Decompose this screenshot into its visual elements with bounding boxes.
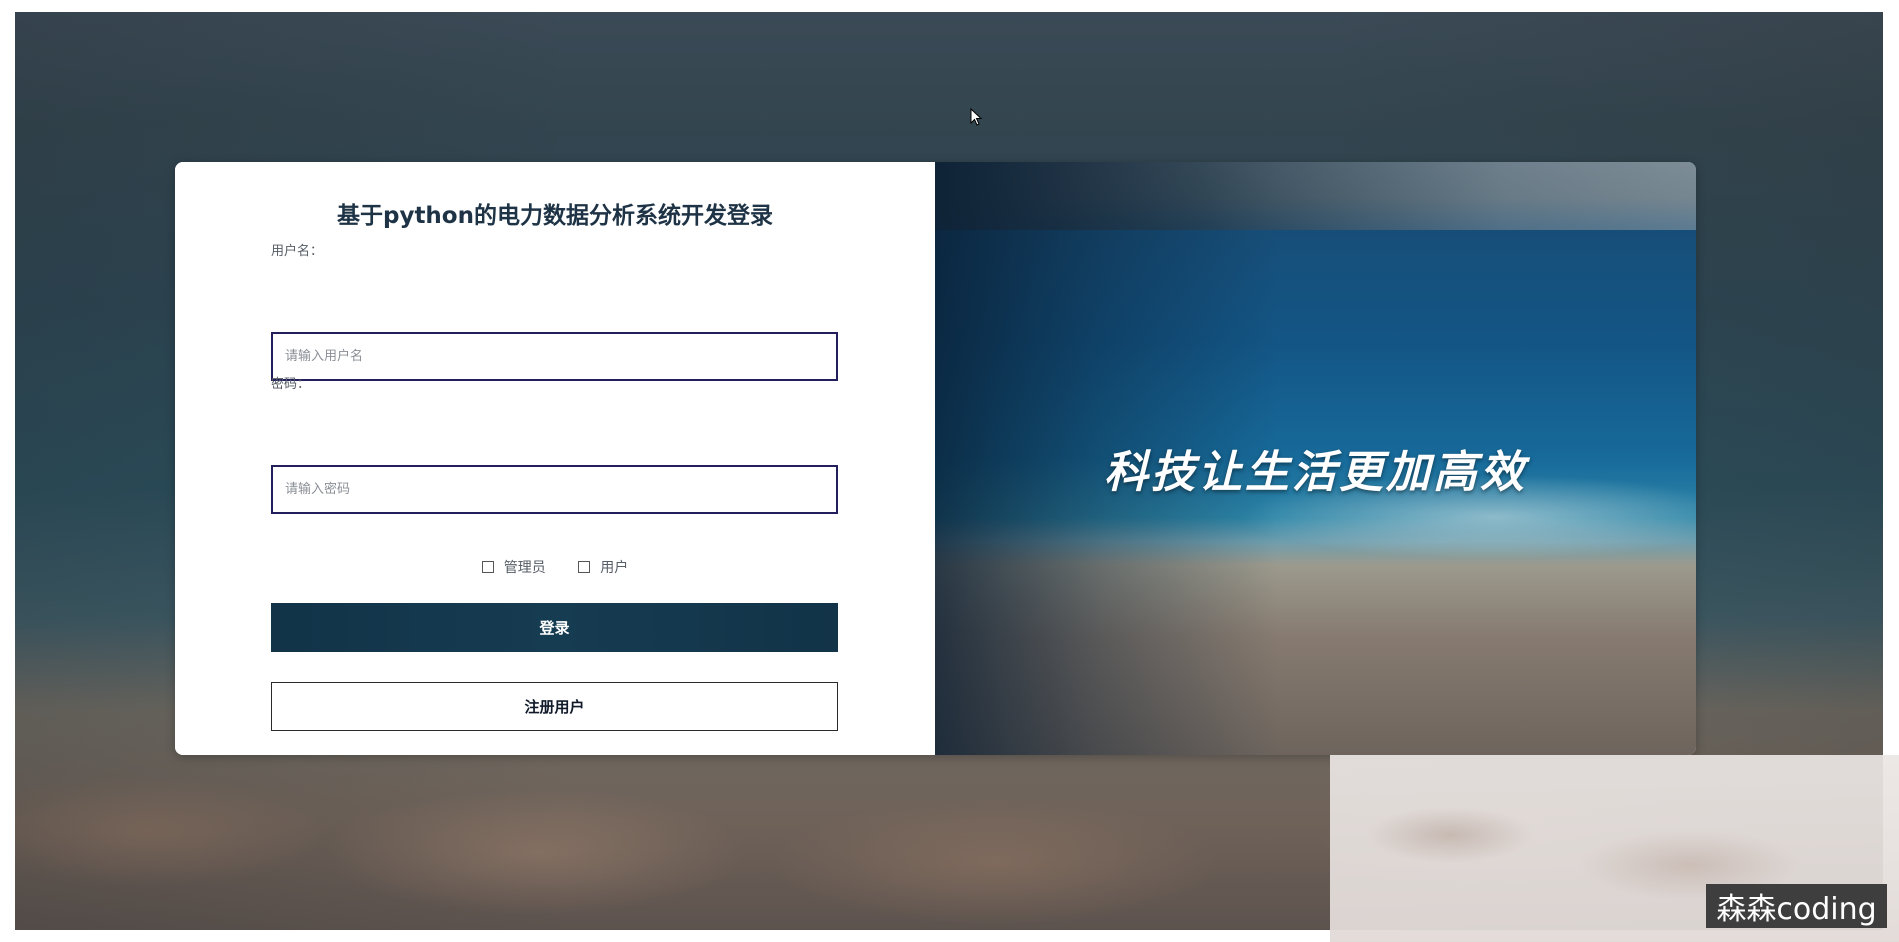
role-admin-label: 管理员 [503, 560, 546, 576]
role-user-label: 用户 [600, 560, 629, 576]
password-label: 密码： [271, 377, 311, 392]
banner-image: 科技让生活更加高效 [935, 162, 1696, 755]
password-input[interactable] [273, 467, 836, 512]
admin-checkbox[interactable] [481, 561, 494, 573]
login-title: 基于python的电力数据分析系统开发登录 [336, 203, 773, 229]
role-admin[interactable]: 管理员 [481, 557, 546, 577]
username-label: 用户名： [271, 244, 324, 259]
username-input[interactable] [273, 334, 836, 379]
watermark-label: 森森coding [1706, 884, 1887, 928]
banner-sky [935, 162, 1696, 230]
role-selector: 管理员 用户 [175, 557, 935, 577]
login-form-panel: 基于python的电力数据分析系统开发登录 用户名： 密码： 管理员 用户 登录… [175, 162, 935, 755]
role-user[interactable]: 用户 [578, 557, 628, 577]
password-field-wrapper [271, 465, 838, 514]
username-field-wrapper [271, 332, 838, 381]
login-card: 基于python的电力数据分析系统开发登录 用户名： 密码： 管理员 用户 登录… [175, 162, 1696, 755]
login-button[interactable]: 登录 [271, 603, 838, 652]
mouse-cursor-icon [970, 108, 982, 126]
banner-slogan: 科技让生活更加高效 [1104, 447, 1527, 498]
user-checkbox[interactable] [578, 561, 591, 573]
register-button[interactable]: 注册用户 [271, 682, 838, 731]
